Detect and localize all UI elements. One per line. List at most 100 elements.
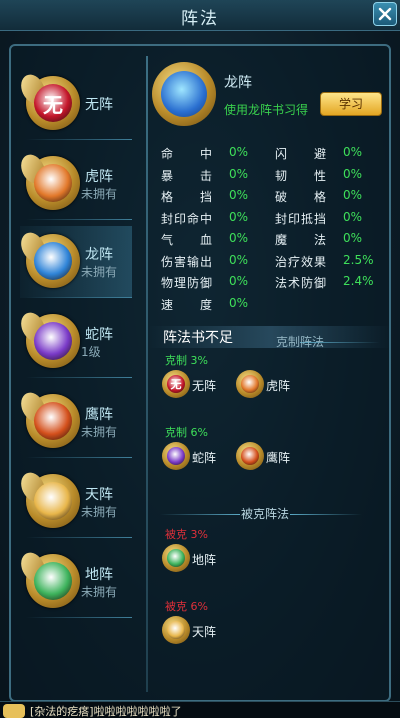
learn-button[interactable]: 学习	[320, 92, 382, 116]
list-separator	[26, 219, 132, 220]
formation-emblem: 无	[16, 70, 80, 130]
stat-value: 2.4%	[343, 274, 374, 288]
formation-name: 天阵	[85, 487, 113, 503]
list-separator	[26, 377, 132, 378]
formation-status: 未拥有	[81, 425, 118, 439]
formation-list: 无无阵 虎阵 未拥有 龙阵 未拥有 蛇阵 1级 鹰阵 未拥有 天阵 未拥有 地阵 未拥有	[16, 56, 132, 696]
stat-label: 韧 性	[275, 169, 328, 183]
stat-label: 气 血	[161, 233, 214, 247]
formation-status: 未拥有	[81, 585, 118, 599]
stat-value: 0%	[343, 145, 363, 159]
dragon-emblem-core	[161, 71, 207, 117]
stat-value: 0%	[229, 231, 249, 245]
formation-name: 地阵	[85, 567, 113, 583]
relation-percent: 被克 3%	[165, 528, 208, 541]
relation-formation-name: 无阵	[192, 379, 217, 393]
formation-status: 未拥有	[81, 265, 118, 279]
formation-item[interactable]: 蛇阵 1级	[16, 306, 132, 378]
window-title: 阵法	[181, 9, 219, 29]
stat-label: 封印抵挡	[275, 212, 328, 226]
formation-emblem-icon: 无	[162, 370, 190, 398]
formation-emblem	[16, 308, 80, 368]
formation-name: 蛇阵	[85, 327, 113, 343]
formation-name: 无阵	[85, 97, 113, 113]
stat-label: 命 中	[161, 147, 214, 161]
emblem-core	[241, 447, 259, 465]
list-separator	[26, 457, 132, 458]
dragon-emblem-icon	[152, 62, 216, 126]
emblem-core	[167, 621, 185, 639]
countered-by-header: 被克阵法	[150, 505, 380, 523]
relation-percent: 被克 6%	[165, 600, 208, 613]
chat-bar[interactable]: [杂法的疙瘩]啦啦啦啦啦啦啦了	[0, 701, 400, 718]
formation-emblem	[16, 228, 80, 288]
formation-item[interactable]: 天阵 未拥有	[16, 466, 132, 538]
chat-message: [杂法的疙瘩]啦啦啦啦啦啦啦了	[30, 705, 182, 718]
wu-emblem-icon: 无	[34, 84, 72, 122]
close-button[interactable]	[373, 2, 397, 26]
earth-emblem-icon	[34, 562, 72, 600]
formation-emblem	[16, 388, 80, 448]
formation-status: 未拥有	[81, 187, 118, 201]
acquire-hint: 使用龙阵书习得	[224, 103, 309, 117]
formation-item[interactable]: 地阵 未拥有	[16, 546, 132, 618]
stat-label: 法术防御	[275, 276, 328, 290]
stat-label: 封印命中	[161, 212, 214, 226]
formation-status: 未拥有	[81, 505, 118, 519]
stat-label: 魔 法	[275, 233, 328, 247]
dragon-emblem-icon	[34, 242, 72, 280]
formation-emblem-icon	[162, 544, 190, 572]
emblem-core	[167, 549, 185, 567]
emblem-core	[167, 447, 185, 465]
relation-formation-name: 天阵	[192, 625, 217, 639]
stat-label: 暴 击	[161, 169, 214, 183]
stat-label: 治疗效果	[275, 255, 328, 269]
list-separator	[26, 139, 132, 140]
stat-value: 0%	[229, 296, 249, 310]
stat-value: 0%	[229, 167, 249, 181]
close-icon	[378, 7, 392, 21]
stat-label: 伤害输出	[161, 255, 214, 269]
emblem-core	[241, 375, 259, 393]
formation-name: 龙阵	[85, 247, 113, 263]
tiger-emblem-icon	[34, 164, 72, 202]
stat-value: 0%	[229, 253, 249, 267]
selected-formation-name: 龙阵	[224, 75, 252, 91]
formation-emblem	[16, 468, 80, 528]
stat-label: 闪 避	[275, 147, 328, 161]
formation-item[interactable]: 鹰阵 未拥有	[16, 386, 132, 458]
stat-value: 0%	[229, 210, 249, 224]
emblem-core: 无	[167, 375, 185, 393]
relation-formation-name: 鹰阵	[266, 451, 291, 465]
stat-value: 0%	[229, 188, 249, 202]
formation-emblem-icon	[236, 442, 264, 470]
title-bar: 阵法	[0, 0, 400, 31]
stat-label: 速 度	[161, 298, 214, 312]
relation-formation-name: 虎阵	[266, 379, 291, 393]
formation-emblem	[16, 150, 80, 210]
list-separator	[26, 537, 132, 538]
formation-emblem-icon	[162, 442, 190, 470]
formation-name: 鹰阵	[85, 407, 113, 423]
heaven-emblem-icon	[34, 482, 72, 520]
snake-emblem-icon	[34, 322, 72, 360]
formation-emblem-icon	[162, 616, 190, 644]
counter-header: 克制阵法	[150, 333, 380, 351]
stat-value: 0%	[343, 231, 363, 245]
stat-value: 0%	[229, 145, 249, 159]
formation-item[interactable]: 无无阵	[16, 68, 132, 140]
stat-label: 破 格	[275, 190, 328, 204]
stat-label: 物理防御	[161, 276, 214, 290]
eagle-emblem-icon	[34, 402, 72, 440]
formation-item[interactable]: 虎阵 未拥有	[16, 148, 132, 220]
stat-value: 0%	[343, 210, 363, 224]
countered-rule-right	[290, 514, 362, 515]
formation-item[interactable]: 龙阵 未拥有	[16, 226, 132, 298]
chat-bubble-icon[interactable]	[3, 704, 25, 718]
list-separator	[26, 297, 132, 298]
stat-value: 0%	[343, 167, 363, 181]
formation-window: 阵法 无无阵 虎阵 未拥有 龙阵 未拥有 蛇阵 1级 鹰阵 未拥有 天阵 未拥有 地阵 未拥有 龙阵 使…	[0, 0, 400, 718]
counter-title: 克制阵法	[275, 335, 324, 349]
formation-emblem	[16, 548, 80, 608]
formation-name: 虎阵	[85, 169, 113, 185]
